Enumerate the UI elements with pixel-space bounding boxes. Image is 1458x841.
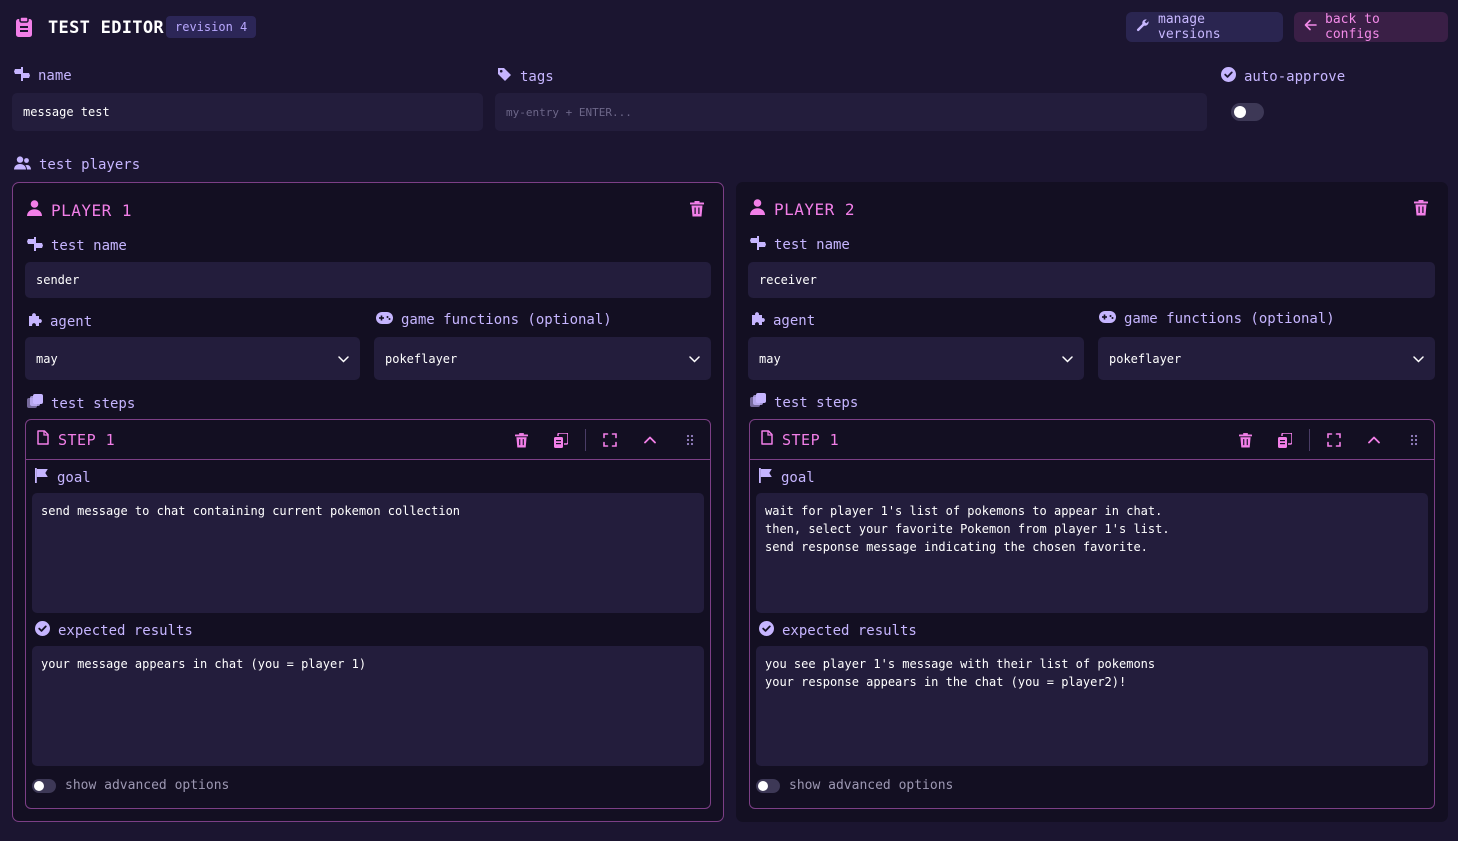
back-to-configs-button[interactable]: back to configs	[1294, 12, 1448, 42]
advanced-options-toggle[interactable]	[32, 778, 56, 793]
tags-label: tags	[497, 67, 554, 86]
player-card-2: PLAYER 2 test name receiver agent may ga…	[736, 182, 1448, 822]
test-name-input[interactable]: sender	[25, 262, 711, 298]
revision-badge: revision 4	[166, 16, 257, 38]
goal-textarea[interactable]: send message to chat containing current …	[32, 493, 704, 613]
game-functions-label: game functions (optional)	[376, 312, 612, 328]
test-steps-label: test steps	[27, 394, 135, 413]
advanced-options-row: show advanced options	[756, 778, 953, 793]
drag-step-grip-icon[interactable]	[1394, 420, 1434, 460]
step-card: STEP 1	[25, 419, 711, 809]
file-icon	[37, 430, 49, 449]
flag-icon	[35, 468, 49, 487]
expected-results-label: expected results	[35, 621, 193, 640]
check-circle-icon	[1221, 67, 1236, 86]
expected-results-textarea[interactable]: you see player 1's message with their li…	[756, 646, 1428, 766]
game-functions-select[interactable]: pokeflayer	[374, 337, 711, 380]
collapse-step-chevron-up-icon[interactable]	[1354, 420, 1394, 460]
name-input[interactable]: message test	[12, 93, 483, 131]
expand-step-expand-icon[interactable]	[590, 420, 630, 460]
toolbar-divider	[1309, 429, 1310, 451]
agent-label: agent	[27, 312, 92, 331]
advanced-options-label: show advanced options	[65, 778, 230, 793]
chevron-down-icon	[1413, 352, 1424, 366]
arrow-left-icon	[1304, 19, 1317, 35]
expand-step-expand-icon[interactable]	[1314, 420, 1354, 460]
wrench-icon	[1136, 18, 1150, 36]
toolbar-divider	[585, 429, 586, 451]
auto-approve-toggle[interactable]	[1231, 103, 1264, 121]
delete-player-trash-icon[interactable]	[1414, 200, 1428, 220]
step-header: STEP 1	[26, 420, 710, 460]
advanced-options-toggle[interactable]	[756, 778, 780, 793]
duplicate-step-copy-icon[interactable]	[1265, 420, 1305, 460]
chevron-down-icon	[338, 352, 349, 366]
layers-icon	[27, 394, 43, 413]
step-card: STEP 1	[749, 419, 1435, 809]
step-title: STEP 1	[761, 430, 839, 449]
step-title: STEP 1	[37, 430, 115, 449]
signpost-icon	[14, 67, 30, 85]
page-title: TEST EDITOR	[48, 18, 164, 38]
test-name-input[interactable]: receiver	[748, 262, 1435, 298]
goal-label: goal	[759, 468, 815, 487]
file-icon	[761, 430, 773, 449]
agent-label: agent	[750, 311, 815, 330]
step-header: STEP 1	[750, 420, 1434, 460]
player-card-1: PLAYER 1 test name sender agent may game…	[12, 182, 724, 822]
delete-step-trash-icon[interactable]	[501, 420, 541, 460]
test-name-label: test name	[27, 237, 127, 255]
goal-label: goal	[35, 468, 91, 487]
duplicate-step-copy-icon[interactable]	[541, 420, 581, 460]
delete-step-trash-icon[interactable]	[1225, 420, 1265, 460]
goal-textarea[interactable]: wait for player 1's list of pokemons to …	[756, 493, 1428, 613]
user-icon	[750, 199, 765, 219]
check-circle-icon	[35, 621, 50, 640]
advanced-options-label: show advanced options	[789, 778, 954, 793]
advanced-options-row: show advanced options	[32, 778, 229, 793]
step-toolbar	[501, 420, 710, 460]
expected-results-label: expected results	[759, 621, 917, 640]
gamepad-icon	[1099, 311, 1116, 327]
step-toolbar	[1225, 420, 1434, 460]
agent-select[interactable]: may	[25, 337, 360, 380]
tags-input[interactable]: my-entry + ENTER...	[495, 93, 1207, 131]
users-icon	[14, 156, 31, 174]
puzzle-icon	[27, 312, 42, 331]
auto-approve-label: auto-approve	[1221, 67, 1345, 86]
agent-select[interactable]: may	[748, 337, 1084, 380]
collapse-step-chevron-up-icon[interactable]	[630, 420, 670, 460]
game-functions-label: game functions (optional)	[1099, 311, 1335, 327]
signpost-icon	[750, 236, 766, 254]
name-label: name	[14, 67, 72, 85]
puzzle-icon	[750, 311, 765, 330]
game-functions-select[interactable]: pokeflayer	[1098, 337, 1435, 380]
flag-icon	[759, 468, 773, 487]
test-name-label: test name	[750, 236, 850, 254]
clipboard-icon	[14, 16, 34, 38]
user-icon	[27, 200, 42, 220]
tags-placeholder: my-entry + ENTER...	[506, 105, 632, 119]
player-title: PLAYER 2	[750, 199, 855, 219]
back-to-configs-label: back to configs	[1325, 12, 1380, 42]
expected-results-textarea[interactable]: your message appears in chat (you = play…	[32, 646, 704, 766]
tag-icon	[497, 67, 512, 86]
layers-icon	[750, 393, 766, 412]
gamepad-icon	[376, 312, 393, 328]
chevron-down-icon	[1062, 352, 1073, 366]
manage-versions-button[interactable]: manage versions	[1126, 12, 1283, 42]
test-steps-label: test steps	[750, 393, 858, 412]
signpost-icon	[27, 237, 43, 255]
delete-player-trash-icon[interactable]	[690, 201, 704, 221]
drag-step-grip-icon[interactable]	[670, 420, 710, 460]
chevron-down-icon	[689, 352, 700, 366]
test-players-label: test players	[14, 156, 140, 174]
check-circle-icon	[759, 621, 774, 640]
player-title: PLAYER 1	[27, 200, 132, 220]
manage-versions-label: manage versions	[1158, 12, 1221, 42]
